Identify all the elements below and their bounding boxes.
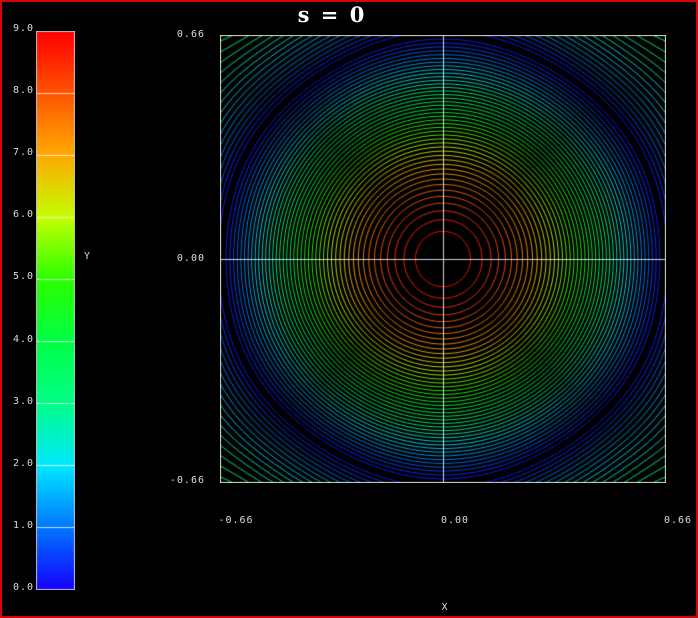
colorbar-tick-label: 0.0 <box>4 582 34 594</box>
colorbar-tick-label: 1.0 <box>4 520 34 532</box>
figure-window: s = 0 9.0 8.0 7.0 6.0 5.0 4.0 3.0 2.0 1.0 0.0 0.6… <box>0 0 698 618</box>
colorbar <box>36 31 75 590</box>
page-title: s = 0 <box>2 2 662 27</box>
contour-plot-canvas <box>220 35 666 483</box>
colorbar-tick-label: 3.0 <box>4 396 34 408</box>
colorbar-tick-label: 7.0 <box>4 147 34 159</box>
x-tick-label: 0.66 <box>650 515 698 527</box>
colorbar-tick-label: 6.0 <box>4 209 34 221</box>
colorbar-tick-label: 8.0 <box>4 85 34 97</box>
x-tick-label: -0.66 <box>208 515 264 527</box>
y-tick-label: 0.00 <box>142 253 205 265</box>
x-axis-label: X <box>430 602 460 613</box>
x-tick-label: 0.00 <box>427 515 483 527</box>
colorbar-tick-label: 4.0 <box>4 334 34 346</box>
y-axis-label: Y <box>84 251 91 262</box>
colorbar-tick-label: 5.0 <box>4 271 34 283</box>
colorbar-tick-label: 9.0 <box>4 23 34 35</box>
y-tick-label: 0.66 <box>142 29 205 41</box>
y-tick-label: -0.66 <box>142 475 205 487</box>
colorbar-tick-label: 2.0 <box>4 458 34 470</box>
